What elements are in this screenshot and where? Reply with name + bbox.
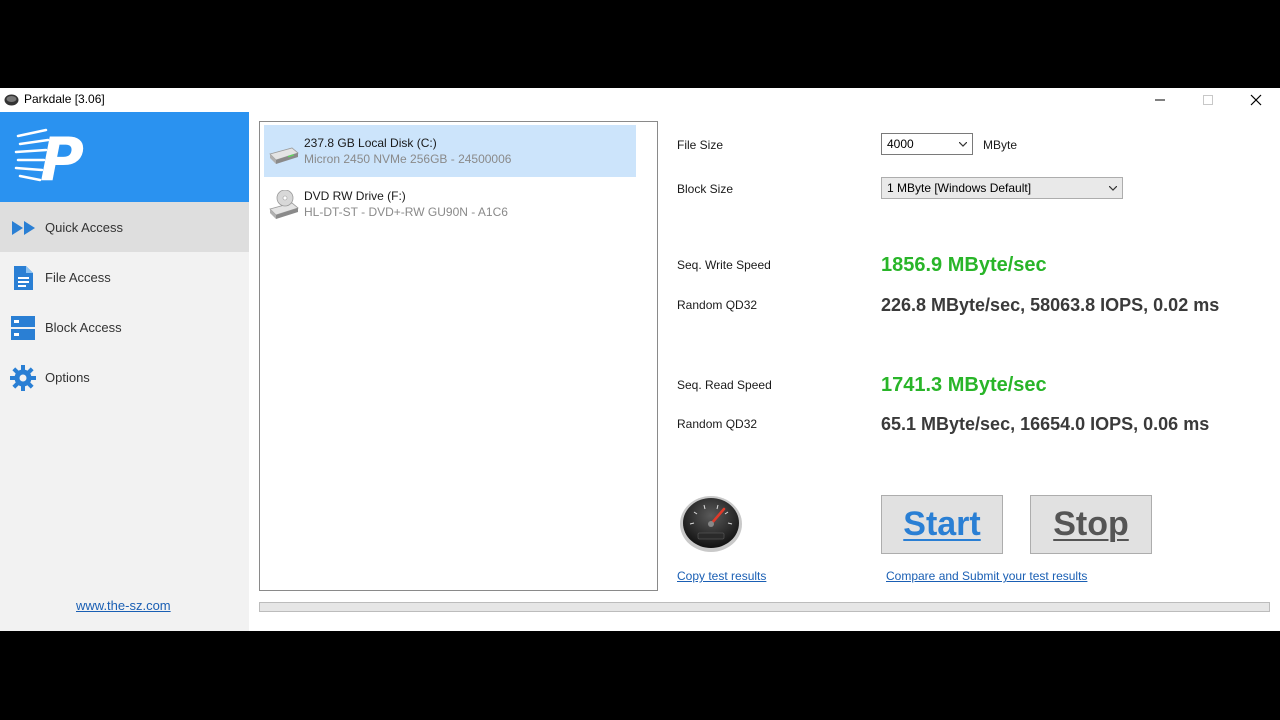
sidebar-item-block-access[interactable]: Block Access [0, 302, 249, 352]
seq-read-label: Seq. Read Speed [677, 378, 772, 392]
title-bar[interactable]: Parkdale [3.06] [0, 88, 1280, 112]
stop-button[interactable]: Stop [1030, 495, 1152, 554]
sidebar-item-label: Quick Access [45, 220, 124, 235]
stop-button-label: Stop [1053, 505, 1129, 543]
close-icon [1250, 94, 1262, 106]
app-icon [4, 94, 19, 106]
block-size-label: Block Size [677, 182, 734, 196]
website-link[interactable]: www.the-sz.com [76, 598, 171, 613]
maximize-button[interactable] [1185, 88, 1231, 112]
block-size-select[interactable]: 1 MByte [Windows Default] [881, 177, 1123, 199]
minimize-button[interactable] [1137, 88, 1183, 112]
sidebar-item-quick-access[interactable]: Quick Access [0, 202, 249, 252]
random-write-value: 226.8 MByte/sec, 58063.8 IOPS, 0.02 ms [881, 295, 1220, 315]
file-size-select[interactable]: 4000 [881, 133, 973, 155]
chevron-down-icon [1109, 186, 1117, 191]
drive-item-f[interactable]: DVD RW Drive (F:) HL-DT-ST - DVD+-RW GU9… [264, 178, 636, 230]
seq-write-label: Seq. Write Speed [677, 258, 771, 272]
progress-bar [259, 602, 1270, 612]
drive-list[interactable]: 237.8 GB Local Disk (C:) Micron 2450 NVM… [259, 121, 658, 591]
sidebar-item-file-access[interactable]: File Access [0, 252, 249, 302]
drive-name: 237.8 GB Local Disk (C:) [304, 136, 437, 150]
hard-disk-icon [269, 147, 299, 164]
close-button[interactable] [1233, 88, 1279, 112]
file-size-value: 4000 [887, 137, 914, 151]
start-button[interactable]: Start [881, 495, 1003, 554]
block-size-value: 1 MByte [Windows Default] [887, 181, 1032, 195]
optical-drive-icon [269, 190, 299, 219]
random-read-label: Random QD32 [677, 417, 758, 431]
speedometer-icon [680, 496, 742, 552]
file-size-unit: MByte [983, 138, 1018, 152]
maximize-icon [1203, 95, 1213, 105]
seq-write-value: 1856.9 MByte/sec [881, 254, 1047, 276]
chevron-down-icon [959, 142, 967, 147]
minimize-icon [1155, 99, 1165, 101]
random-write-label: Random QD32 [677, 298, 758, 312]
sidebar-item-label: Options [45, 370, 90, 385]
random-read-value: 65.1 MByte/sec, 16654.0 IOPS, 0.06 ms [881, 414, 1210, 434]
window-title: Parkdale [3.06] [24, 92, 105, 106]
start-button-label: Start [903, 505, 981, 543]
drive-detail: Micron 2450 NVMe 256GB - 24500006 [304, 152, 512, 166]
app-window: Parkdale [3.06] P Quick Access File Acce… [0, 88, 1280, 631]
sidebar: P Quick Access File Access Block Access … [0, 112, 249, 631]
drive-item-c[interactable]: 237.8 GB Local Disk (C:) Micron 2450 NVM… [264, 125, 636, 177]
submit-results-link[interactable]: Compare and Submit your test results [886, 569, 1087, 583]
logo-letter: P [40, 125, 84, 195]
document-icon [14, 266, 33, 290]
seq-read-value: 1741.3 MByte/sec [881, 374, 1047, 396]
parkdale-logo-icon: P [14, 125, 84, 195]
copy-results-link[interactable]: Copy test results [677, 569, 766, 583]
fast-forward-icon [12, 221, 35, 235]
gear-icon [10, 365, 36, 391]
sidebar-item-options[interactable]: Options [0, 352, 249, 402]
file-size-label: File Size [677, 138, 724, 152]
drive-detail: HL-DT-ST - DVD+-RW GU90N - A1C6 [304, 205, 508, 219]
sidebar-item-label: Block Access [45, 320, 122, 335]
app-logo: P [0, 112, 249, 202]
sidebar-item-label: File Access [45, 270, 111, 285]
server-stack-icon [11, 316, 35, 340]
drive-name: DVD RW Drive (F:) [304, 189, 406, 203]
